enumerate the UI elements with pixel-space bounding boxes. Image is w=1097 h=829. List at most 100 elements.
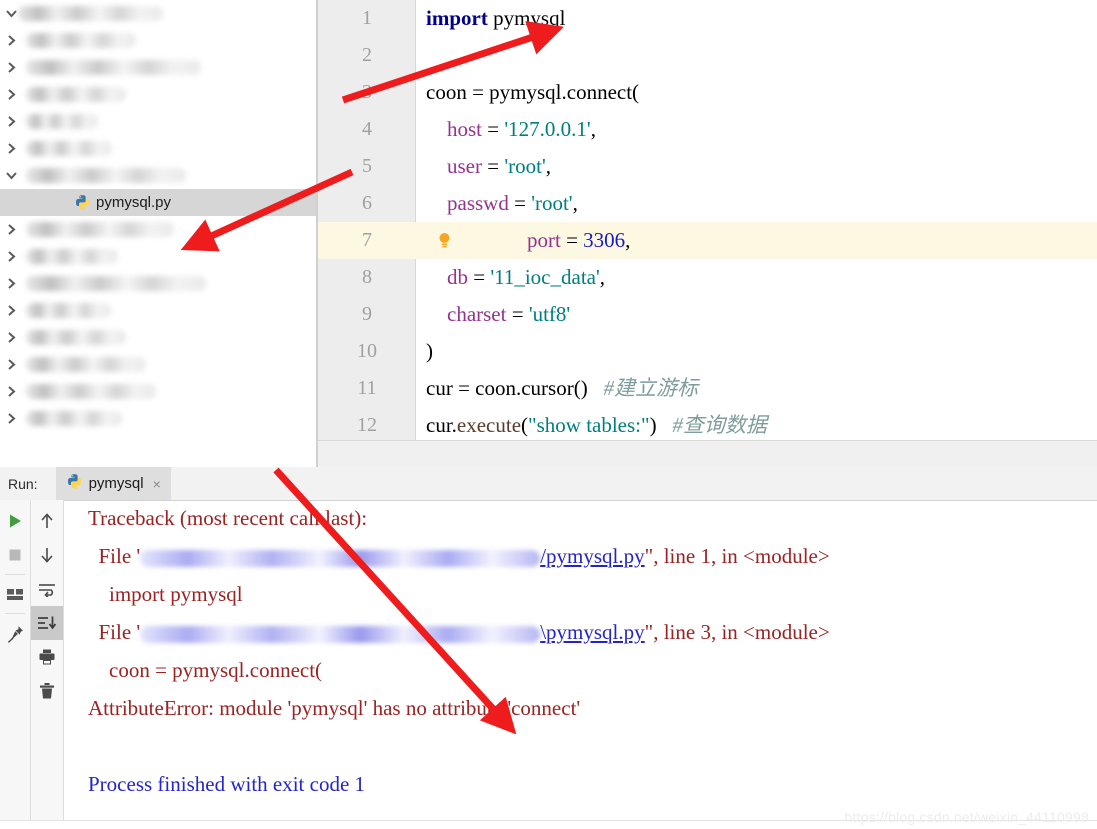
redacted-label	[26, 87, 126, 102]
close-icon[interactable]: ×	[153, 477, 161, 491]
print-button[interactable]	[31, 640, 63, 674]
chevron-right-icon[interactable]	[0, 358, 22, 371]
chevron-right-icon[interactable]	[0, 88, 22, 101]
line-number: 2	[362, 44, 372, 66]
code-token: #建立游标	[587, 376, 698, 400]
project-file-tree[interactable]: pymysql.py	[0, 0, 318, 467]
tree-row[interactable]	[0, 270, 318, 297]
chevron-right-icon[interactable]	[0, 412, 22, 425]
tree-row[interactable]	[0, 54, 318, 81]
layout-panes-icon	[6, 588, 23, 600]
chevron-right-icon[interactable]	[0, 277, 22, 290]
editor-bottom-bar	[318, 440, 1097, 469]
code-line[interactable]: )	[416, 333, 1097, 370]
code-line[interactable]: charset = 'utf8'	[416, 296, 1097, 333]
file-path-link[interactable]: \pymysql.py	[540, 620, 644, 644]
chevron-right-icon[interactable]	[0, 331, 22, 344]
console-output[interactable]: Traceback (most recent call last): File …	[64, 500, 1097, 829]
code-line[interactable]	[416, 37, 1097, 74]
code-token: coon = pymysql.connect(	[426, 80, 640, 104]
code-line[interactable]: cur = coon.cursor() #建立游标	[416, 370, 1097, 407]
up-stack-trace-button[interactable]	[31, 504, 63, 538]
code-token: 3306	[583, 228, 626, 252]
tree-row[interactable]	[0, 216, 318, 243]
tree-row[interactable]	[0, 405, 318, 432]
rerun-button[interactable]	[0, 504, 30, 538]
lightbulb-icon[interactable]	[438, 232, 451, 249]
chevron-right-icon[interactable]	[0, 61, 22, 74]
chevron-right-icon[interactable]	[0, 250, 22, 263]
tree-row[interactable]	[0, 162, 318, 189]
code-editor[interactable]: 1 2 3 4 5 6 7 8 9 10 11 12 import pymysql coon = pym…	[318, 0, 1097, 440]
tree-row[interactable]	[0, 378, 318, 405]
scroll-to-end-button[interactable]	[31, 606, 63, 640]
code-line[interactable]: db = '11_ioc_data',	[416, 259, 1097, 296]
code-token: )	[426, 339, 433, 363]
chevron-right-icon[interactable]	[0, 142, 22, 155]
run-green-triangle-icon	[10, 514, 21, 528]
code-line[interactable]: user = 'root',	[416, 148, 1097, 185]
line-number: 9	[362, 303, 372, 325]
code-token: '127.0.0.1'	[504, 117, 591, 141]
console-line[interactable]: File ' \pymysql.py", line 3, in <module>	[88, 620, 830, 645]
chevron-down-icon[interactable]	[0, 171, 22, 180]
code-token: pymysql	[487, 6, 566, 30]
top-region: pymysql.py 1 2 3 4 5 6 7 8 9 10 11 12 import pymysq…	[0, 0, 1097, 469]
redacted-label	[26, 303, 111, 318]
redacted-label	[26, 249, 118, 264]
code-token: =	[482, 117, 505, 141]
redacted-label	[26, 168, 186, 183]
code-token: charset	[447, 302, 507, 326]
pycharm-window: pymysql.py 1 2 3 4 5 6 7 8 9 10 11 12 import pymysq…	[0, 0, 1097, 829]
chevron-right-icon[interactable]	[0, 223, 22, 236]
stop-button[interactable]	[0, 538, 30, 572]
code-line[interactable]: host = '127.0.0.1',	[416, 111, 1097, 148]
tree-row[interactable]	[0, 0, 318, 27]
tree-row[interactable]	[0, 27, 318, 54]
console-line: Process finished with exit code 1	[88, 772, 366, 796]
line-number: 12	[357, 414, 377, 436]
code-token: =	[482, 154, 505, 178]
pin-tab-button[interactable]	[0, 616, 30, 650]
code-content[interactable]: import pymysql coon = pymysql.connect( ho…	[416, 0, 1097, 440]
tree-row[interactable]	[0, 297, 318, 324]
line-number: 1	[362, 7, 372, 29]
code-token: ,	[599, 265, 606, 289]
code-token: #查询数据	[656, 413, 767, 437]
code-line-text: host = '127.0.0.1',	[426, 111, 596, 148]
tree-row[interactable]	[0, 243, 318, 270]
redacted-label	[26, 384, 156, 399]
chevron-right-icon[interactable]	[0, 115, 22, 128]
file-path-link[interactable]: /pymysql.py	[540, 544, 644, 568]
tree-row-pymysql-py[interactable]: pymysql.py	[0, 189, 318, 216]
layout-button[interactable]	[0, 577, 30, 611]
chevron-right-icon[interactable]	[0, 34, 22, 47]
console-line[interactable]: File ' /pymysql.py", line 1, in <module>	[88, 544, 830, 569]
run-tool-window: Run: pymysql × Traceback (most recent ca…	[0, 467, 1097, 829]
code-line[interactable]: coon = pymysql.connect(	[416, 74, 1097, 111]
code-line[interactable]: passwd = 'root',	[416, 185, 1097, 222]
redacted-label	[26, 141, 112, 156]
arrow-down-icon	[41, 548, 53, 563]
down-stack-trace-button[interactable]	[31, 538, 63, 572]
clear-all-button[interactable]	[31, 674, 63, 708]
chevron-right-icon[interactable]	[0, 304, 22, 317]
code-token: user	[447, 154, 482, 178]
tree-row[interactable]	[0, 135, 318, 162]
code-token: 'utf8'	[528, 302, 571, 326]
tree-row[interactable]	[0, 108, 318, 135]
run-tab-bar: Run: pymysql ×	[0, 467, 1097, 501]
code-token: cur = coon.cursor()	[426, 376, 588, 400]
tree-row[interactable]	[0, 81, 318, 108]
code-line[interactable]: port = 3306,	[416, 222, 1097, 259]
code-line[interactable]: cur.execute("show tables:") #查询数据	[416, 407, 1097, 440]
code-token: passwd	[447, 191, 509, 215]
code-line[interactable]: import pymysql	[416, 0, 1097, 37]
soft-wrap-button[interactable]	[31, 572, 63, 606]
tree-row[interactable]	[0, 351, 318, 378]
run-tab-pymysql[interactable]: pymysql ×	[55, 467, 171, 500]
tree-row[interactable]	[0, 324, 318, 351]
chevron-right-icon[interactable]	[0, 385, 22, 398]
trash-icon	[40, 682, 54, 698]
code-token: =	[560, 228, 584, 252]
